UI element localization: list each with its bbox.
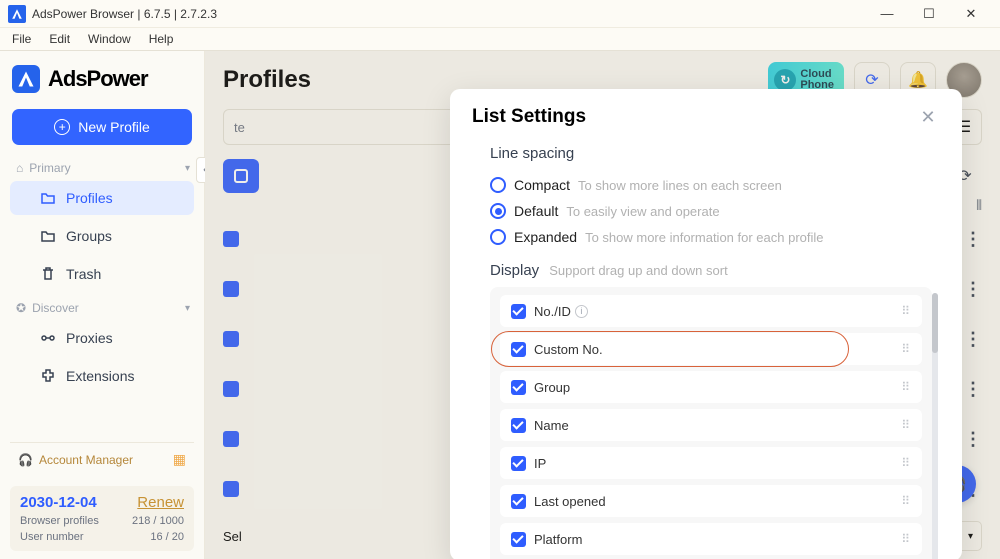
menu-edit[interactable]: Edit [43,30,76,48]
sidebar-item-groups[interactable]: Groups [10,219,194,253]
app-icon [8,5,26,23]
sidebar-item-label: Profiles [66,190,113,206]
chevron-down-icon: ▾ [185,163,190,174]
user-number-value: 16 / 20 [150,531,184,543]
spacing-option-expanded[interactable]: ExpandedTo show more information for eac… [490,224,942,250]
checkbox-icon[interactable] [511,380,526,395]
titlebar: AdsPower Browser | 6.7.5 | 2.7.2.3 ― ☐ ✕ [0,0,1000,28]
chevron-down-icon: ▾ [185,303,190,314]
checkbox-icon[interactable] [511,304,526,319]
sidebar-item-label: Extensions [66,368,134,384]
drag-handle-icon[interactable]: ⠿ [901,385,911,390]
qr-icon[interactable]: ▦ [173,451,186,468]
brand-logo-icon [12,65,40,93]
display-item-name[interactable]: Name⠿ [500,409,922,441]
close-button[interactable]: ✕ [950,0,992,28]
sidebar-item-label: Trash [66,266,101,282]
main-area: Profiles ↻ Cloud Phone ⟳ 🔔 te ☰ 🏷 [205,51,1000,559]
checkbox-icon[interactable] [511,494,526,509]
display-item-last-opened[interactable]: Last opened⠿ [500,485,922,517]
list-settings-modal: List Settings ✕ Line spacing CompactTo s… [450,89,962,559]
drag-handle-icon[interactable]: ⠿ [901,499,911,504]
window-title: AdsPower Browser | 6.7.5 | 2.7.2.3 [32,7,217,21]
sidebar-item-label: Proxies [66,330,113,346]
headset-icon: 🎧 [18,453,33,467]
nav-group-primary[interactable]: ⌂ Primary ▾ [0,153,204,179]
modal-title: List Settings [472,106,586,128]
expiry-date: 2030-12-04 [20,494,97,511]
info-icon[interactable]: i [575,305,588,318]
display-title: Display [490,262,539,279]
browser-profiles-value: 218 / 1000 [132,515,184,527]
folders-icon [40,228,56,244]
renew-link[interactable]: Renew [137,494,184,511]
checkbox-icon[interactable] [511,532,526,547]
spacing-option-default[interactable]: DefaultTo easily view and operate [490,198,942,224]
sidebar-item-proxies[interactable]: Proxies [10,321,194,355]
display-item-platform[interactable]: Platform⠿ [500,523,922,555]
radio-icon [490,203,506,219]
brand-text: AdsPower [48,66,148,92]
nav-group-discover[interactable]: ✪ Discover ▾ [0,293,204,319]
trash-icon [40,266,56,282]
user-number-label: User number [20,531,84,543]
spacing-option-compact[interactable]: CompactTo show more lines on each screen [490,172,942,198]
menubar: File Edit Window Help [0,28,1000,50]
radio-icon [490,177,506,193]
account-manager-link[interactable]: 🎧 Account Manager ▦ [10,442,194,476]
new-profile-button[interactable]: + New Profile [12,109,192,145]
menu-file[interactable]: File [6,30,37,48]
checkbox-icon[interactable] [511,418,526,433]
sidebar-item-extensions[interactable]: Extensions [10,359,194,393]
checkbox-icon[interactable] [511,456,526,471]
drag-handle-icon[interactable]: ⠿ [901,347,911,352]
minimize-button[interactable]: ― [866,0,908,28]
compass-icon: ✪ [16,301,26,315]
folder-icon [40,190,56,206]
drag-handle-icon[interactable]: ⠿ [901,309,911,314]
display-item-no-id[interactable]: No./IDi⠿ [500,295,922,327]
line-spacing-title: Line spacing [490,145,942,162]
sidebar: AdsPower + New Profile ‹ ⌂ Primary ▾ Pro… [0,51,205,559]
close-modal-button[interactable]: ✕ [916,105,940,129]
drag-handle-icon[interactable]: ⠿ [901,537,911,542]
home-icon: ⌂ [16,161,23,175]
display-item-custom-no-[interactable]: Custom No.⠿ [500,333,922,365]
radio-icon [490,229,506,245]
subscription-card: 2030-12-04 Renew Browser profiles 218 / … [10,486,194,551]
display-list: No./IDi⠿Custom No.⠿Group⠿Name⠿IP⠿Last op… [490,287,932,559]
maximize-button[interactable]: ☐ [908,0,950,28]
plus-icon: + [54,119,70,135]
sidebar-item-profiles[interactable]: Profiles [10,181,194,215]
display-item-group[interactable]: Group⠿ [500,371,922,403]
sidebar-item-trash[interactable]: Trash [10,257,194,291]
puzzle-icon [40,368,56,384]
drag-handle-icon[interactable]: ⠿ [901,423,911,428]
checkbox-icon[interactable] [511,342,526,357]
scrollbar[interactable] [932,293,938,559]
drag-handle-icon[interactable]: ⠿ [901,461,911,466]
sidebar-item-label: Groups [66,228,112,244]
new-profile-label: New Profile [78,119,150,135]
menu-window[interactable]: Window [82,30,137,48]
display-item-ip[interactable]: IP⠿ [500,447,922,479]
menu-help[interactable]: Help [143,30,180,48]
display-hint: Support drag up and down sort [549,263,728,278]
proxy-icon [40,330,56,346]
browser-profiles-label: Browser profiles [20,515,99,527]
